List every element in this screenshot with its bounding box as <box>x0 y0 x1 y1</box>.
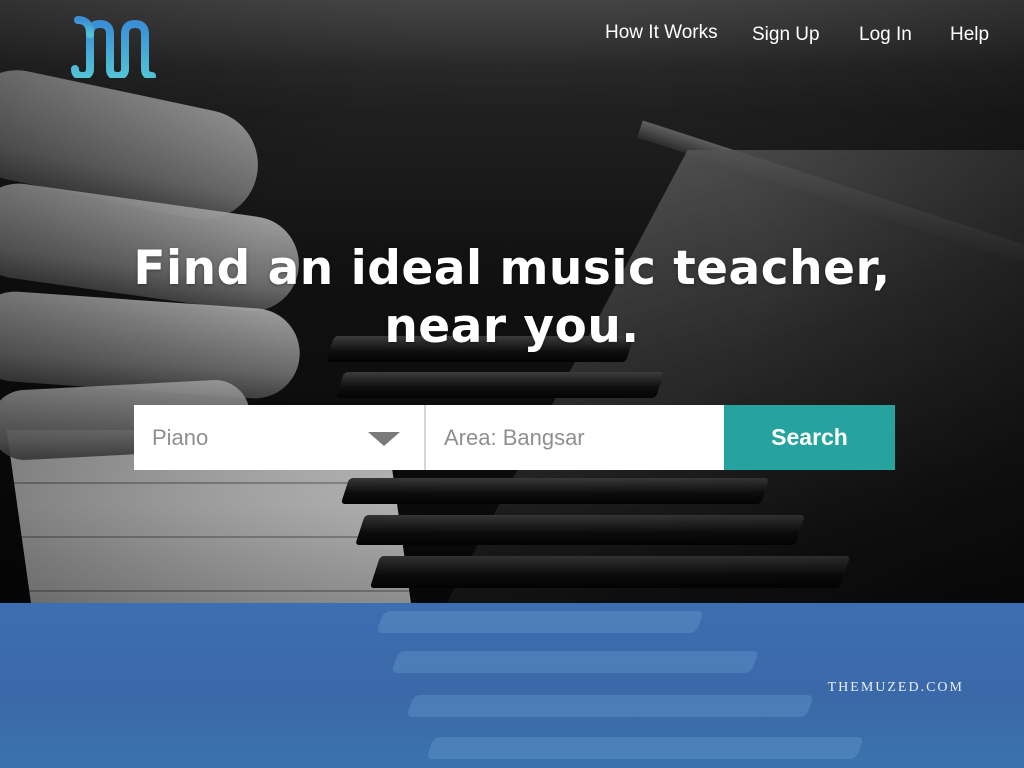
hero-headline-line-1: Find an ideal music teacher, <box>133 241 891 296</box>
nav-how-it-works[interactable]: How It Works <box>605 22 718 44</box>
instrument-select[interactable]: Piano <box>134 405 426 470</box>
hero-headline: Find an ideal music teacher, near you. <box>0 240 1024 356</box>
top-nav: How It Works Sign Up Log In Help <box>0 22 1024 52</box>
teacher-search-bar: Piano Search <box>134 405 895 470</box>
instrument-select-value: Piano <box>152 425 209 450</box>
hero-headline-line-2: near you. <box>384 299 640 354</box>
site-domain-label: THEMUZED.COM <box>827 680 964 695</box>
nav-sign-up[interactable]: Sign Up <box>752 24 820 46</box>
area-input[interactable] <box>426 405 724 470</box>
search-button[interactable]: Search <box>724 405 895 470</box>
nav-help[interactable]: Help <box>950 24 989 46</box>
nav-log-in[interactable]: Log In <box>859 24 912 46</box>
footer-band: THEMUZED.COM <box>0 603 1024 768</box>
chevron-down-icon[interactable] <box>368 432 400 446</box>
